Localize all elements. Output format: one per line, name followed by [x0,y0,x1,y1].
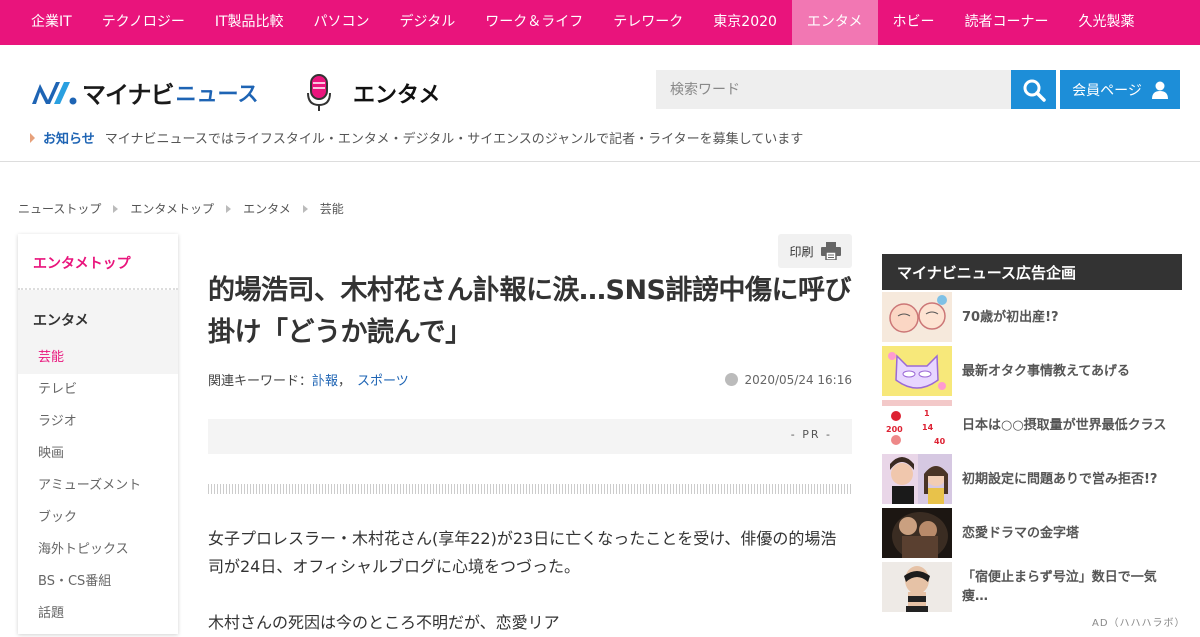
nav-item[interactable]: 東京2020 [698,0,792,45]
article-title: 的場浩司、木村花さん訃報に涙…SNS誹謗中傷に呼び掛け「どうか読んで」 [208,275,852,348]
user-icon [1151,81,1168,99]
ad-title: 日本は○○摂取量が世界最低クラス [962,417,1167,433]
breadcrumb-item[interactable]: ニューストップ [18,200,101,217]
site-logo[interactable]: マイナビ ニュース [30,75,258,110]
logo-text: マイナビ [82,81,175,109]
ad-item[interactable]: 200 1 14 40 日本は○○摂取量が世界最低クラス [882,400,1182,450]
article-paragraph: 女子プロレスラー・木村花さん(享年22)が23日に亡くなったことを受け、俳優の的… [208,529,837,576]
breadcrumb-item[interactable]: 芸能 [320,200,344,217]
category-sidebar: エンタメトップ エンタメ 芸能 テレビ ラジオ 映画 アミューズメント ブック 海外トピック… [18,234,178,634]
member-page-button[interactable]: 会員ページ [1060,70,1180,109]
sidebar-item[interactable]: 海外トピックス [18,534,178,566]
ad-item[interactable]: 「宿便止まらず号泣」数日で一気痩… [882,562,1182,612]
ad-thumbnail [882,508,952,558]
search-icon [1023,79,1046,102]
print-label: 印刷 [789,244,814,259]
ad-item[interactable]: 最新オタク事情教えてあげる [882,346,1182,396]
ad-title: 恋愛ドラマの金字塔 [962,525,1080,541]
nav-item[interactable]: 企業IT [16,0,87,45]
ad-title: 「宿便止まらず号泣」数日で一気痩… [962,570,1157,604]
nav-item[interactable]: デジタル [385,0,471,45]
sidebar-item[interactable]: 芸能 [18,342,178,374]
ad-item[interactable]: 初期設定に問題ありで営み拒否!? [882,454,1182,504]
article-divider [208,484,852,494]
publish-date-text: 2020/05/24 16:16 [744,372,852,387]
clock-icon [725,373,739,386]
sidebar-item[interactable]: ラジオ [18,406,178,438]
notice-arrow-icon [30,132,35,143]
ad-title: 初期設定に問題ありで営み拒否!? [962,471,1158,487]
printer-icon [820,242,841,260]
mynavi-logo-icon [32,81,77,104]
notice-bar: お知らせ マイナビニュースではライフスタイル・エンタメ・デジタル・サイエンスのジ… [30,128,803,147]
thumb-number: 200 [886,425,903,434]
print-button[interactable]: 印刷 [778,234,852,268]
nav-item[interactable]: テレワーク [598,0,698,45]
sidebar-list: 芸能 テレビ ラジオ 映画 アミューズメント ブック 海外トピックス BS・CS番組 話題 [18,342,178,630]
nav-item[interactable]: テクノロジー [87,0,200,45]
sidebar-item[interactable]: ブック [18,502,178,534]
sidebar-item[interactable]: 話題 [18,598,178,630]
article-paragraph: 木村さんの死因は今のところ不明だが、恋愛リア [208,613,560,632]
pr-box: - PR - [208,419,852,454]
thumb-number: 14 [922,423,934,432]
microphone-icon [307,74,331,111]
notice-label: お知らせ [43,132,95,147]
ad-thumbnail [882,454,952,504]
ad-section-heading: マイナビニュース広告企画 [882,254,1182,290]
nav-item[interactable]: ホビー [878,0,950,45]
search-button[interactable] [1011,70,1056,109]
sidebar-item[interactable]: BS・CS番組 [18,566,178,598]
breadcrumb-item[interactable]: エンタメ [243,200,291,217]
nav-item[interactable]: ワーク＆ライフ [470,0,598,45]
ad-thumbnail [882,562,952,612]
search-input[interactable] [656,70,1011,109]
keyword-link[interactable]: スポーツ [357,370,409,389]
ad-title: 70歳が初出産!? [962,309,1059,325]
sidebar-top-link[interactable]: エンタメトップ [18,234,178,290]
breadcrumb-separator-icon [226,204,232,213]
site-header: マイナビ ニュース エンタメ 会員ページ お知らせ マイナビニュースではライフス… [0,45,1200,162]
member-page-label: 会員ページ [1072,82,1142,99]
ad-credit: AD（ハハハラボ） [1092,618,1186,629]
logo-subtext: ニュース [175,81,259,106]
sidebar-item[interactable]: アミューズメント [18,470,178,502]
sidebar-item[interactable]: テレビ [18,374,178,406]
keyword-separator: ， [338,374,352,389]
pr-label: - PR - [790,428,832,441]
breadcrumb-separator-icon [113,204,119,213]
breadcrumb: ニューストップ エンタメトップ エンタメ 芸能 [18,200,344,217]
ad-title: 最新オタク事情教えてあげる [962,363,1130,379]
nav-item[interactable]: パソコン [299,0,385,45]
thumb-number: 40 [934,437,946,446]
ad-thumbnail: 200 1 1440 [882,400,952,450]
sidebar-item[interactable]: 映画 [18,438,178,470]
nav-item[interactable]: IT製品比較 [200,0,299,45]
section-title: エンタメ [353,83,441,108]
thumb-number: 1 [924,409,930,418]
top-navigation: 企業IT テクノロジー IT製品比較 パソコン デジタル ワーク＆ライフ テレワーク 東京20… [0,0,1200,45]
notice-link[interactable]: マイナビニュースではライフスタイル・エンタメ・デジタル・サイエンスのジャンルで記… [105,128,804,147]
breadcrumb-item[interactable]: エンタメトップ [130,200,214,217]
nav-item[interactable]: エンタメ [791,0,878,45]
keywords-label: 関連キーワード： [208,374,313,389]
ad-item[interactable]: 恋愛ドラマの金字塔 [882,508,1182,558]
publish-date: 2020/05/24 16:16 [725,373,852,387]
sidebar-heading: エンタメ [18,290,178,342]
article-meta: 関連キーワード： 訃報 ， スポーツ 2020/05/24 16:16 [208,370,852,390]
breadcrumb-separator-icon [302,204,308,213]
nav-item[interactable]: 読者コーナー [950,0,1064,45]
section-brand[interactable]: エンタメ [305,73,440,113]
nav-item[interactable]: 久光製薬 [1064,0,1150,45]
ad-thumbnail [882,292,952,342]
keyword-link[interactable]: 訃報 [312,370,338,389]
ad-item[interactable]: 70歳が初出産!? [882,292,1182,342]
ad-thumbnail [882,346,952,396]
